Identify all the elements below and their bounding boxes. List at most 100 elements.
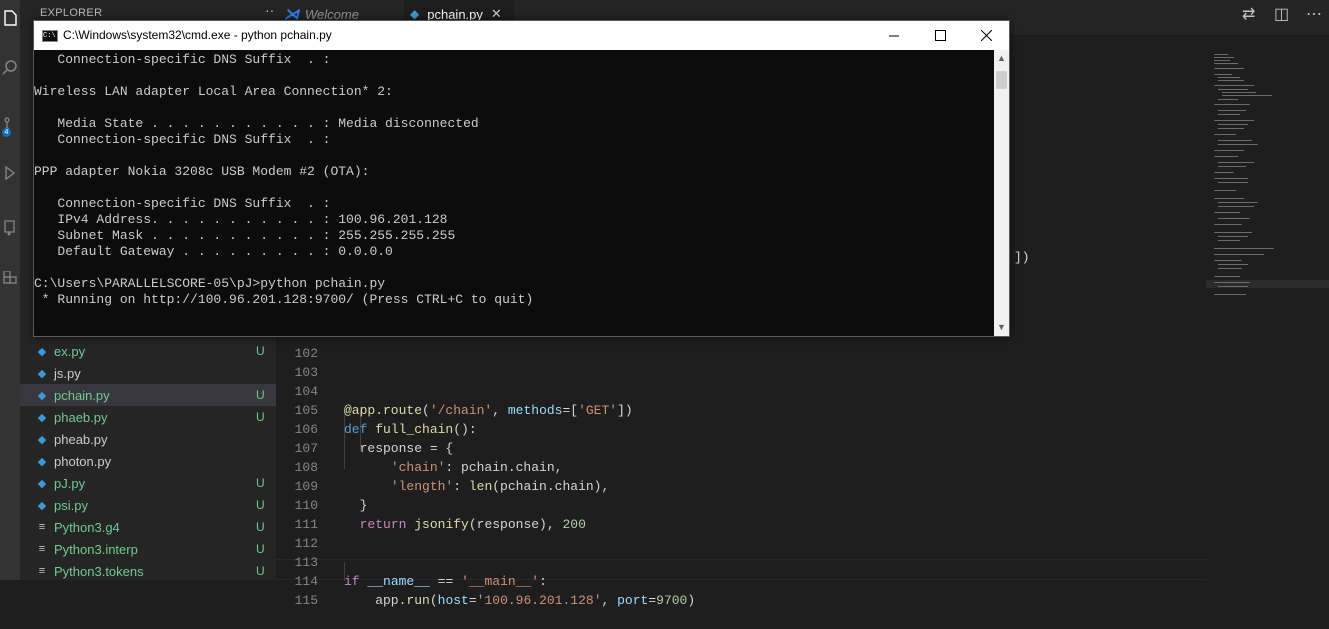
code-line: 110 return jsonify(response), 200 [276, 477, 586, 532]
python-file-icon: ◆ [410, 7, 420, 21]
code-fragment: ]) [1014, 250, 1030, 265]
console-line: C:\Users\PARALLELSCORE-05\pJ>python pcha… [34, 276, 386, 291]
code-text: @app.route('/chain', methods=['GET']) [344, 403, 633, 418]
code-text: 'chain': pchain.chain, [390, 460, 563, 475]
python-file-icon: ◆ [37, 411, 47, 424]
source-control-badge: 4 [2, 128, 11, 137]
minimize-button[interactable] [871, 21, 917, 50]
code-line: 114 app.run(host='100.96.201.128', port=… [276, 553, 696, 608]
console-line: Wireless LAN adapter Local Area Connecti… [34, 84, 393, 99]
file-name: photon.py [54, 453, 112, 469]
code-line: 115 [276, 572, 318, 608]
file-item[interactable]: ≡ Python3.tokens U [20, 560, 276, 582]
file-name: phaeb.py [54, 409, 108, 425]
file-name: psi.py [54, 497, 88, 513]
search-icon[interactable] [0, 57, 20, 77]
text-file-icon: ≡ [38, 543, 46, 555]
code-text: def full_chain(): [344, 422, 477, 437]
text-file-icon: ≡ [38, 565, 46, 577]
git-status: U [256, 520, 265, 534]
file-item[interactable]: ≡ Python3.interp U [20, 538, 276, 560]
console-line: Connection-specific DNS Suffix . : [34, 52, 331, 67]
python-file-icon: ◆ [37, 477, 47, 490]
git-status: U [256, 344, 265, 358]
file-name: js.py [54, 365, 81, 381]
code-line: 104 @app.route('/chain', methods=['GET']… [276, 363, 633, 418]
console-line: Default Gateway . . . . . . . . . : 0.0.… [34, 244, 393, 259]
file-item[interactable]: ◆ ex.py U [20, 340, 276, 362]
minimize-icon [888, 35, 899, 37]
cmd-scrollbar[interactable]: ▲ ▼ [994, 50, 1009, 336]
console-line: PPP adapter Nokia 3208c USB Modem #2 (OT… [34, 164, 370, 179]
file-name: pJ.py [54, 475, 86, 491]
compare-changes-icon[interactable]: ⇄ [1242, 4, 1255, 24]
file-item[interactable]: ◆ psi.py U [20, 494, 276, 516]
file-item-selected[interactable]: ◆ pchain.py U [20, 384, 276, 406]
code-text: if __name__ == '__main__': [344, 574, 547, 589]
code-text: 'length': len(pchain.chain), [390, 479, 610, 494]
close-button[interactable] [963, 21, 1009, 50]
file-item[interactable]: ◆ photon.py [20, 450, 276, 472]
file-name: pheab.py [54, 431, 108, 447]
file-name: Python3.interp [54, 541, 138, 557]
git-status: U [256, 564, 265, 578]
code-line: 108 'length': len(pchain.chain), [276, 439, 610, 494]
maximize-icon [934, 30, 946, 41]
cmd-titlebar[interactable]: C:\ C:\Windows\system32\cmd.exe - python… [34, 21, 1009, 50]
code-line: 106 response = { [276, 401, 454, 456]
console-line: * Running on http://100.96.201.128:9700/… [34, 292, 534, 307]
console-line: IPv4 Address. . . . . . . . . . . : 100.… [34, 212, 448, 227]
scroll-down-icon[interactable]: ▼ [994, 319, 1009, 336]
activity-bar: 4 [0, 0, 20, 580]
explorer-title: EXPLORER [40, 7, 103, 19]
git-status: U [256, 476, 265, 490]
files-icon[interactable] [0, 8, 20, 28]
minimap[interactable] [1206, 35, 1329, 580]
code-line: 111 [276, 496, 318, 532]
cmd-title: C:\Windows\system32\cmd.exe - python pch… [63, 28, 332, 42]
python-file-icon: ◆ [37, 367, 47, 380]
git-status: U [256, 410, 265, 424]
text-file-icon: ≡ [38, 521, 46, 533]
python-file-icon: ◆ [37, 499, 47, 512]
git-status: U [256, 542, 265, 556]
code-line: 112 [276, 515, 318, 551]
file-item[interactable]: ◆ pheab.py [20, 428, 276, 450]
scroll-up-icon[interactable]: ▲ [994, 50, 1009, 67]
file-item[interactable]: ≡ Python3.g4 U [20, 516, 276, 538]
python-file-icon: ◆ [37, 345, 47, 358]
code-line: 113 if __name__ == '__main__': [276, 534, 547, 589]
more-actions-icon[interactable]: ⋯ [1306, 4, 1322, 24]
file-item[interactable]: ◆ pJ.py U [20, 472, 276, 494]
python-file-icon: ◆ [37, 455, 47, 468]
minimap-code-preview [1214, 54, 1274, 295]
scrollbar-thumb[interactable] [996, 71, 1007, 89]
remote-explorer-icon[interactable] [0, 218, 20, 238]
code-text: return jsonify(response), 200 [359, 517, 586, 532]
run-debug-icon[interactable] [0, 163, 20, 183]
maximize-button[interactable] [917, 21, 963, 50]
file-name: Python3.tokens [54, 563, 144, 579]
console-line: Connection-specific DNS Suffix . : [34, 132, 331, 147]
git-status: U [256, 498, 265, 512]
console-line: Connection-specific DNS Suffix . : [34, 196, 331, 211]
code-line: 105 def full_chain(): [276, 382, 477, 437]
file-name: ex.py [54, 343, 86, 359]
split-editor-icon[interactable]: ◫ [1274, 4, 1289, 24]
file-item[interactable]: ◆ js.py [20, 362, 276, 384]
console-line: Subnet Mask . . . . . . . . . . . : 255.… [34, 228, 456, 243]
cmd-window[interactable]: C:\ C:\Windows\system32\cmd.exe - python… [33, 20, 1010, 337]
python-file-icon: ◆ [37, 389, 47, 402]
cmd-app-icon: C:\ [42, 30, 58, 42]
git-status: U [256, 388, 265, 402]
console-line: Media State . . . . . . . . . . . : Medi… [34, 116, 479, 131]
code-text: app.run(host='100.96.201.128', port=9700… [344, 593, 696, 608]
file-name: Python3.g4 [54, 519, 120, 535]
python-file-icon: ◆ [37, 433, 47, 446]
cmd-console-output[interactable]: Connection-specific DNS Suffix . : Wirel… [34, 50, 994, 336]
code-line: 103 [276, 344, 318, 380]
close-icon [980, 30, 992, 41]
extensions-icon[interactable] [0, 268, 20, 288]
code-line: 109 } [276, 458, 368, 513]
file-item[interactable]: ◆ phaeb.py U [20, 406, 276, 428]
